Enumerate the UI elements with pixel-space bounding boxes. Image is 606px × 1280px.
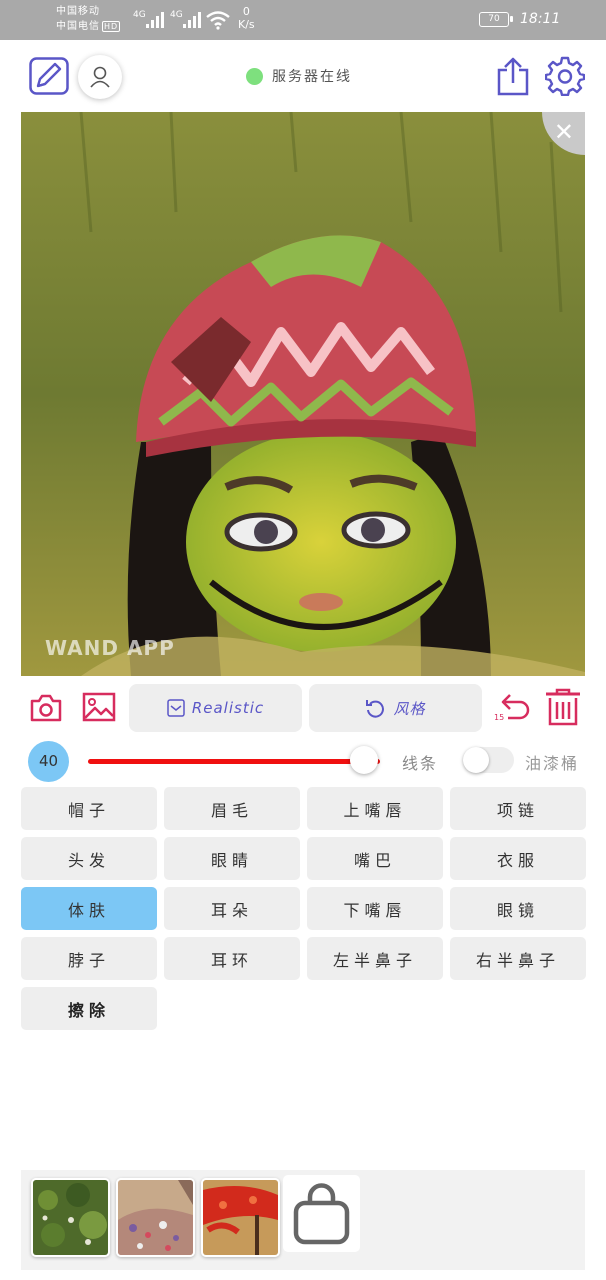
status-bar: 中国移动 中国电信 HD 4G 4G 0 K/s 70 18:11 xyxy=(0,0,606,40)
part-button-13[interactable]: 耳环 xyxy=(164,937,300,980)
brush-size-badge: 40 xyxy=(28,741,69,782)
user-button[interactable] xyxy=(78,55,122,99)
clock: 18:11 xyxy=(520,11,561,27)
part-button-3[interactable]: 项链 xyxy=(450,787,586,830)
part-button-12[interactable]: 脖子 xyxy=(21,937,157,980)
refresh-icon xyxy=(366,700,385,718)
carrier-2: 中国电信 xyxy=(56,21,100,32)
toggle-knob xyxy=(463,747,489,773)
part-button-6[interactable]: 嘴巴 xyxy=(307,837,443,880)
realistic-mode-button[interactable]: Realistic xyxy=(129,684,302,732)
network-type-2: 4G xyxy=(170,10,183,20)
settings-icon[interactable] xyxy=(545,56,585,96)
realistic-mode-label: Realistic xyxy=(191,699,265,717)
part-button-9[interactable]: 耳朵 xyxy=(164,887,300,930)
server-status-text: 服务器在线 xyxy=(272,69,352,85)
part-button-10[interactable]: 下嘴唇 xyxy=(307,887,443,930)
undo-count: 15 xyxy=(494,713,505,722)
server-status-dot xyxy=(246,67,263,85)
paint-bucket-toggle[interactable] xyxy=(463,747,514,773)
server-status: 服务器在线 xyxy=(246,66,352,86)
net-speed-unit: K/s xyxy=(238,18,255,31)
signal-bars-1-icon xyxy=(146,12,164,28)
net-speed: 0 K/s xyxy=(238,5,255,31)
trash-icon[interactable] xyxy=(544,687,582,727)
watermark: WAND APP xyxy=(45,636,175,660)
part-button-4[interactable]: 头发 xyxy=(21,837,157,880)
camera-icon[interactable] xyxy=(30,693,62,723)
hd-badge: HD xyxy=(102,21,121,32)
brush-size-slider-thumb[interactable] xyxy=(350,746,378,774)
user-icon xyxy=(90,66,110,88)
part-button-11[interactable]: 眼镜 xyxy=(450,887,586,930)
part-button-16[interactable]: 擦除 xyxy=(21,987,157,1030)
part-button-1[interactable]: 眉毛 xyxy=(164,787,300,830)
carrier-info: 中国移动 中国电信 HD xyxy=(56,4,121,34)
part-button-2[interactable]: 上嘴唇 xyxy=(307,787,443,830)
shop-button[interactable] xyxy=(283,1175,360,1252)
style-button[interactable]: 风格 xyxy=(309,684,482,732)
part-button-8[interactable]: 体肤 xyxy=(21,887,157,930)
gallery-icon[interactable] xyxy=(82,692,116,722)
close-icon: ✕ xyxy=(553,118,574,146)
network-type-1: 4G xyxy=(133,10,146,20)
paint-bucket-label: 油漆桶 xyxy=(525,754,580,773)
drawing-canvas[interactable]: WAND APP ✕ xyxy=(21,112,585,676)
part-button-5[interactable]: 眼睛 xyxy=(164,837,300,880)
style-thumb-red-floral[interactable] xyxy=(201,1178,280,1257)
wifi-icon xyxy=(206,11,230,30)
style-thumb-mosaic[interactable] xyxy=(116,1178,195,1257)
generated-image xyxy=(21,112,585,676)
edit-icon[interactable] xyxy=(29,57,69,95)
net-speed-value: 0 xyxy=(242,5,250,18)
checkbox-icon xyxy=(167,699,185,717)
carrier-1: 中国移动 xyxy=(56,6,100,17)
style-button-label: 风格 xyxy=(393,699,426,718)
brush-size-slider[interactable] xyxy=(88,759,380,764)
part-button-14[interactable]: 左半鼻子 xyxy=(307,937,443,980)
face-part-grid: 帽子 眉毛 上嘴唇 项链头发 眼睛 嘴巴 衣服体肤 耳朵 下嘴唇 眼镜脖子 耳环 左半鼻子 右半鼻子擦除 xyxy=(21,787,586,1030)
signal-bars-2-icon xyxy=(183,12,201,28)
part-button-15[interactable]: 右半鼻子 xyxy=(450,937,586,980)
share-icon[interactable] xyxy=(495,56,531,96)
shopping-bag-icon xyxy=(293,1183,350,1245)
style-thumbnail-strip xyxy=(21,1170,585,1270)
line-mode-label: 线条 xyxy=(402,754,439,773)
style-thumb-green-foliage[interactable] xyxy=(31,1178,110,1257)
part-button-7[interactable]: 衣服 xyxy=(450,837,586,880)
part-button-0[interactable]: 帽子 xyxy=(21,787,157,830)
battery-indicator: 70 xyxy=(479,12,513,27)
